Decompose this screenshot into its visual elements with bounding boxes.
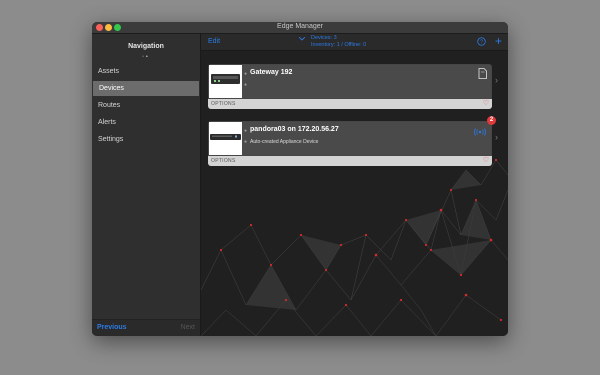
window-title: Edge Manager <box>277 23 323 30</box>
device-info: ● pandora03 on 172.20.56.27 ● Auto-creat… <box>242 122 491 155</box>
status-dot-icon: ● <box>244 139 248 145</box>
card-options-bar[interactable]: OPTIONS ♡ <box>208 156 492 166</box>
broadcast-icon[interactable] <box>474 128 486 136</box>
page-indicator: •• <box>92 54 200 60</box>
next-button[interactable]: Next <box>181 324 195 331</box>
device-name: Gateway 192 <box>250 69 293 76</box>
options-label[interactable]: OPTIONS <box>211 101 236 107</box>
inventory-status: Inventory: 1 / Offline: 0 <box>311 41 367 48</box>
device-thumbnail <box>209 65 242 98</box>
status-dot-icon: ● <box>244 82 248 88</box>
device-status-summary[interactable]: Devices: 3 Inventory: 1 / Offline: 0 <box>299 35 401 48</box>
appliance-device-image <box>210 134 241 140</box>
document-icon[interactable] <box>478 68 487 79</box>
sidebar-item-settings[interactable]: Settings <box>92 132 200 147</box>
device-info: ● Gateway 192 ● <box>242 65 491 98</box>
svg-text:?: ? <box>480 40 483 46</box>
devices-panel: Edit Devices: 3 Inventory: 1 / Offline: … <box>201 34 508 336</box>
edit-button[interactable]: Edit <box>208 38 220 45</box>
heart-icon[interactable]: ♡ <box>483 100 489 108</box>
card-options-bar[interactable]: OPTIONS ♡ <box>208 99 492 109</box>
sidebar-title: Navigation <box>128 43 164 50</box>
title-bar: Edge Manager <box>92 22 508 34</box>
device-card[interactable]: ● Gateway 192 ● OPTIONS ♡ <box>208 64 492 109</box>
notification-badge: 2 <box>487 116 496 125</box>
status-dot-icon: ● <box>244 128 248 134</box>
app-window: Edge Manager Navigation •• Assets Device… <box>92 22 508 336</box>
sidebar-nav-list: Assets Devices Routes Alerts Settings <box>92 62 200 149</box>
device-card[interactable]: ● pandora03 on 172.20.56.27 ● Auto-creat… <box>208 121 492 166</box>
status-dot-icon: ● <box>244 71 248 77</box>
device-name: pandora03 on 172.20.56.27 <box>250 126 339 133</box>
gateway-device-image <box>211 74 240 84</box>
options-label[interactable]: OPTIONS <box>211 158 236 164</box>
sidebar-item-devices[interactable]: Devices <box>93 81 199 96</box>
sidebar-item-alerts[interactable]: Alerts <box>92 115 200 130</box>
heart-icon[interactable]: ♡ <box>483 157 489 165</box>
chevron-right-icon[interactable]: › <box>495 75 498 85</box>
toolbar: Edit Devices: 3 Inventory: 1 / Offline: … <box>201 34 508 51</box>
add-device-button[interactable]: + <box>495 34 502 48</box>
chevron-down-icon <box>299 37 305 41</box>
help-icon[interactable]: ? <box>477 37 486 46</box>
sidebar-item-assets[interactable]: Assets <box>92 64 200 79</box>
device-subtitle: Auto-created Appliance Device <box>250 139 319 145</box>
sidebar-item-routes[interactable]: Routes <box>92 98 200 113</box>
sidebar-footer: Previous Next <box>92 319 200 336</box>
previous-button[interactable]: Previous <box>97 324 127 331</box>
page-dot-active[interactable]: • <box>146 54 150 60</box>
navigation-sidebar: Navigation •• Assets Devices Routes Aler… <box>92 34 201 336</box>
chevron-right-icon[interactable]: › <box>495 132 498 142</box>
device-thumbnail <box>209 122 242 155</box>
